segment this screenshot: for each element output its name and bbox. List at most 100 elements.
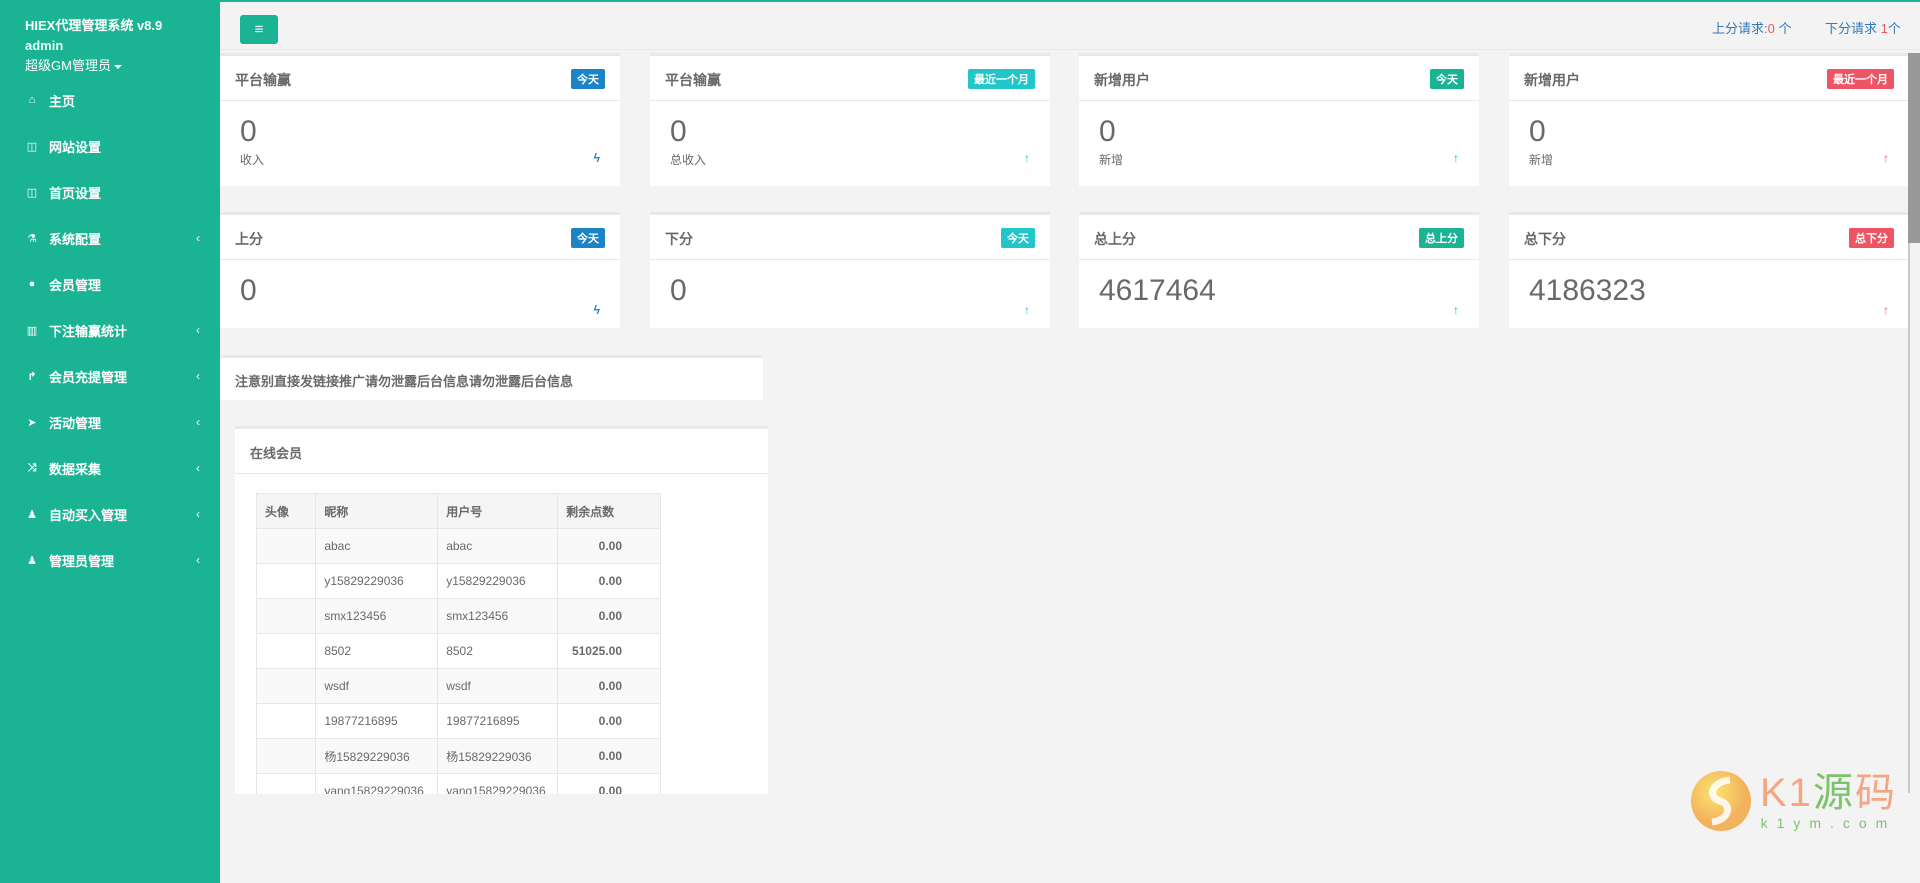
period-badge: 今天 <box>1430 69 1464 89</box>
sidebar-item-3[interactable]: ⚗ 系统配置 ‹ <box>0 215 220 261</box>
sidebar-item-8[interactable]: ⤨ 数据采集 ‹ <box>0 445 220 491</box>
user-role-dropdown[interactable]: 超级GM管理员 <box>25 55 122 74</box>
column-header: 用户号 <box>437 493 559 529</box>
stat-value: 0 <box>1529 115 1546 148</box>
stat-card-title: 下分 <box>665 231 693 247</box>
period-badge: 最近一个月 <box>968 69 1035 89</box>
column-header: 剩余点数 <box>557 493 661 529</box>
caret-down-icon <box>113 64 122 69</box>
level-up-icon: ↑ <box>1024 151 1030 165</box>
sidebar-item-label: 网站设置 <box>49 139 102 155</box>
sidebar-item-label: 系统配置 <box>49 231 102 247</box>
avatar-cell <box>255 773 317 794</box>
level-up-icon: ↑ <box>1883 303 1889 317</box>
up-requests-link[interactable]: 上分请求:0 个 <box>1712 18 1791 37</box>
stat-card-header: 上分 今天 <box>220 215 620 260</box>
points-cell: 0.00 <box>557 668 661 704</box>
stat-card-header: 新增用户 最近一个月 <box>1509 56 1909 101</box>
sidebar-item-4[interactable]: ● 会员管理 <box>0 261 220 307</box>
stat-label: 新增 <box>1529 153 1554 167</box>
user-id-cell: y15829229036 <box>437 563 559 599</box>
sidebar-item-label: 活动管理 <box>49 415 102 431</box>
chevron-left-icon: ‹ <box>196 369 200 383</box>
toggle-sidebar-button[interactable]: ≡ <box>240 15 278 44</box>
random-icon: ⤨ <box>27 461 37 474</box>
role-label: 超级GM管理员 <box>25 58 111 73</box>
level-up-icon: ↱ <box>27 370 37 383</box>
sidebar-item-label: 自动买入管理 <box>49 507 128 523</box>
online-members-panel: 在线会员 头像 昵称 用户号 剩余点数 abac abac 0.00 y1582922903… <box>235 426 768 794</box>
scrollbar-thumb[interactable] <box>1908 53 1920 243</box>
sidebar-item-1[interactable]: ◫ 网站设置 <box>0 123 220 169</box>
table-row: smx123456 smx123456 0.00 <box>255 598 661 634</box>
nickname-cell: 19877216895 <box>315 703 439 739</box>
watermark-logo-icon <box>1691 771 1751 831</box>
avatar-cell <box>255 563 317 599</box>
chevron-left-icon: ‹ <box>196 461 200 475</box>
sidebar-item-6[interactable]: ↱ 会员充提管理 ‹ <box>0 353 220 399</box>
stat-label: 总收入 <box>670 153 707 167</box>
table-header-row: 头像 昵称 用户号 剩余点数 <box>255 493 661 529</box>
sidebar-item-9[interactable]: ♟ 自动买入管理 ‹ <box>0 491 220 537</box>
avatar-cell <box>255 528 317 564</box>
table-row: 19877216895 19877216895 0.00 <box>255 703 661 739</box>
nickname-cell: smx123456 <box>315 598 439 634</box>
user-id-cell: 杨15829229036 <box>437 738 559 774</box>
up-requests-unit: 个 <box>1774 21 1792 36</box>
sidebar-item-label: 首页设置 <box>49 185 102 201</box>
stat-label: 新增 <box>1099 153 1124 167</box>
bolt-icon: ϟ <box>593 151 600 165</box>
stat-card-title: 新增用户 <box>1094 72 1150 88</box>
level-up-icon: ↑ <box>1883 151 1889 165</box>
down-requests-count: 1 <box>1880 21 1888 36</box>
sidebar-item-7[interactable]: ➤ 活动管理 ‹ <box>0 399 220 445</box>
flask-icon: ⚗ <box>27 232 37 245</box>
table-row: yang15829229036 yang15829229036 0.00 <box>255 773 661 794</box>
stat-card: 上分 今天 0 ϟ <box>220 212 620 328</box>
stat-card: 总下分 总下分 4186323 ↑ <box>1509 212 1909 328</box>
stat-value: 4186323 <box>1529 274 1646 307</box>
nickname-cell: 8502 <box>315 633 439 669</box>
top-header: ≡ 上分请求:0 个 下分请求 1个 <box>220 2 1920 50</box>
sidebar: HIEX代理管理系统 v8.9 admin 超级GM管理员 ⌂ 主页 ◫ 网站设置 ◫ 首… <box>0 0 220 883</box>
stat-card: 新增用户 最近一个月 0 新增 ↑ <box>1509 53 1909 186</box>
column-header: 昵称 <box>315 493 439 529</box>
stat-card-header: 新增用户 今天 <box>1079 56 1479 101</box>
points-cell: 0.00 <box>557 773 661 794</box>
nickname-cell: y15829229036 <box>315 563 439 599</box>
stat-card-title: 总上分 <box>1094 231 1136 247</box>
table-row: abac abac 0.00 <box>255 528 661 564</box>
up-requests-count: 0 <box>1767 21 1775 36</box>
online-members-table: 头像 昵称 用户号 剩余点数 abac abac 0.00 y15829229036 y158… <box>255 493 661 794</box>
sidebar-item-5[interactable]: ▥ 下注输赢统计 ‹ <box>0 307 220 353</box>
points-cell: 0.00 <box>557 528 661 564</box>
stat-card: 下分 今天 0 ↑ <box>650 212 1050 328</box>
stat-value: 0 <box>1099 115 1116 148</box>
points-cell: 0.00 <box>557 738 661 774</box>
chevron-left-icon: ‹ <box>196 507 200 521</box>
watermark-logo: K1源码 k1ym.com <box>1690 770 1897 832</box>
avatar-cell <box>255 703 317 739</box>
stat-card-title: 新增用户 <box>1524 72 1580 88</box>
column-header: 头像 <box>255 493 317 529</box>
chevron-left-icon: ‹ <box>196 231 200 245</box>
stat-card: 平台输赢 今天 0 收入 ϟ <box>220 53 620 186</box>
bolt-icon: ϟ <box>593 303 600 317</box>
stat-label: 收入 <box>240 153 265 167</box>
sidebar-item-10[interactable]: ♟ 管理员管理 ‹ <box>0 537 220 583</box>
sidebar-item-label: 主页 <box>49 93 76 109</box>
sidebar-item-label: 数据采集 <box>49 461 102 477</box>
stat-card-header: 平台输赢 最近一个月 <box>650 56 1050 101</box>
user-id-cell: abac <box>437 528 559 564</box>
stat-card-header: 平台输赢 今天 <box>220 56 620 101</box>
user-icon: ● <box>28 278 36 290</box>
down-requests-label: 下分请求 <box>1825 21 1881 36</box>
points-cell: 0.00 <box>557 598 661 634</box>
up-requests-label: 上分请求: <box>1712 21 1768 36</box>
sidebar-item-0[interactable]: ⌂ 主页 <box>0 77 220 123</box>
stat-card-header: 下分 今天 <box>650 215 1050 260</box>
down-requests-link[interactable]: 下分请求 1个 <box>1825 18 1901 37</box>
sidebar-item-label: 会员充提管理 <box>49 369 128 385</box>
sidebar-item-2[interactable]: ◫ 首页设置 <box>0 169 220 215</box>
period-badge: 今天 <box>1001 228 1035 248</box>
